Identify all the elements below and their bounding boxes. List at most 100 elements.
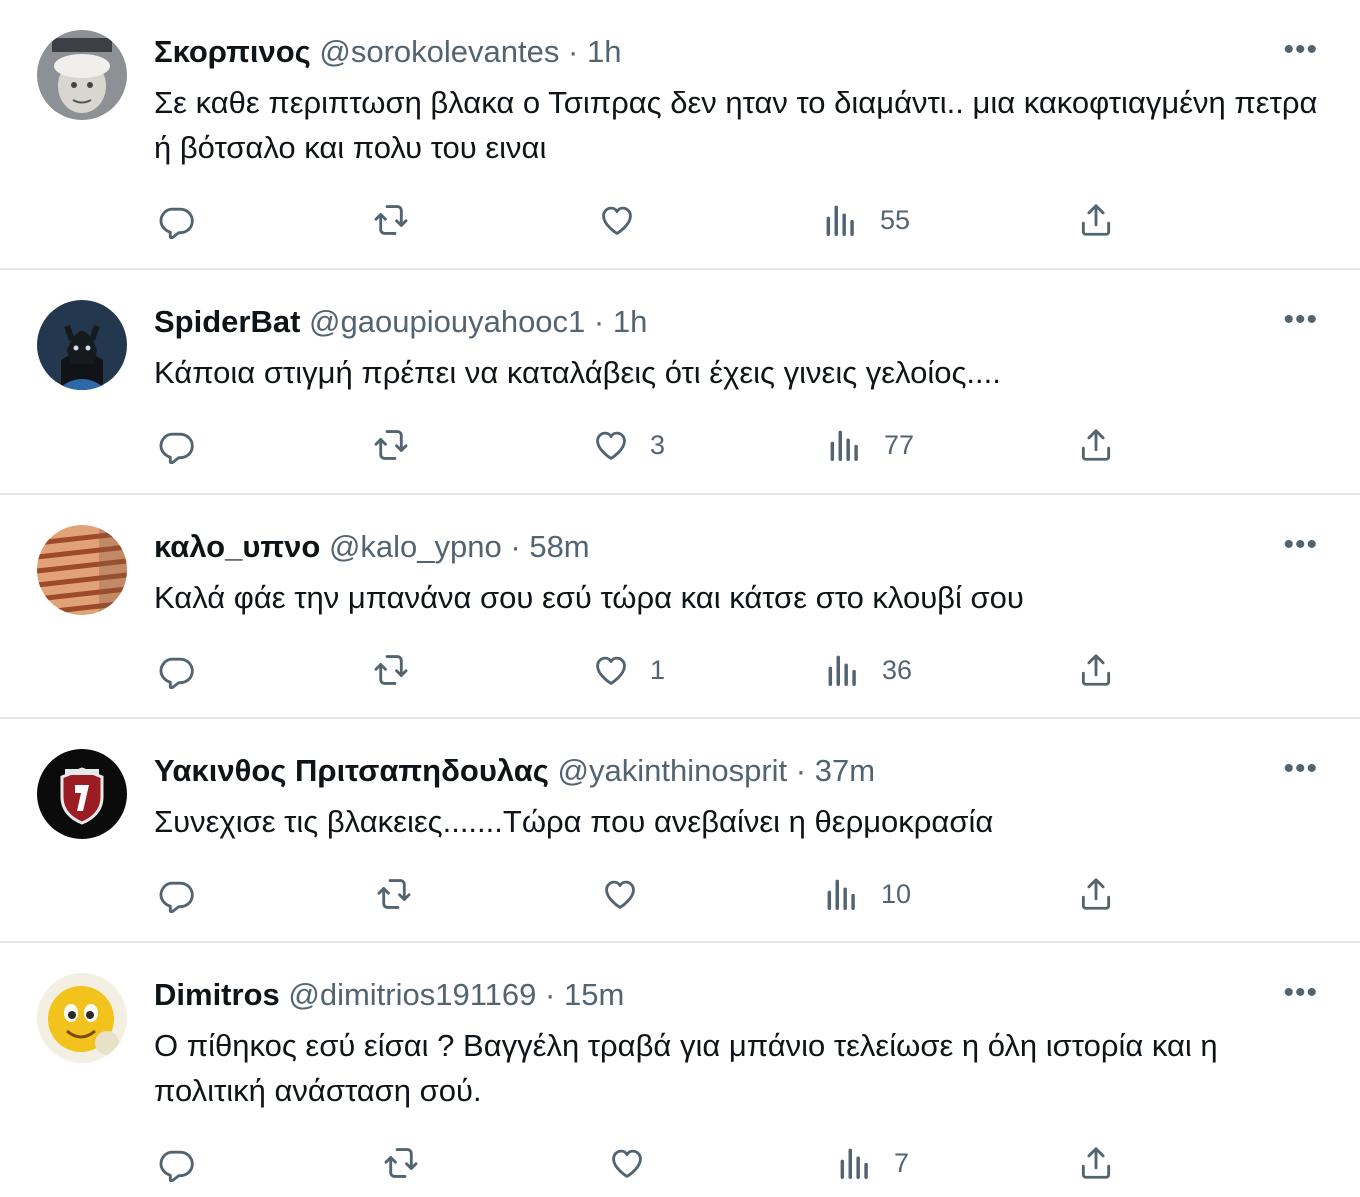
retweet-button[interactable]	[375, 869, 413, 919]
timestamp[interactable]: 58m	[529, 529, 589, 564]
view-count: 55	[880, 204, 911, 235]
display-name[interactable]: Υακινθος Πριτσαπηδουλας	[154, 753, 549, 788]
tweet-text: Σε καθε περιπτωση βλακα ο Τσιπρας δεν ητ…	[154, 85, 1318, 165]
like-count: 3	[650, 429, 666, 460]
share-upload-icon	[1081, 429, 1111, 461]
user-handle[interactable]: @gaoupiouyahooc1	[309, 304, 585, 339]
tweet[interactable]: καλο_υπνο @kalo_ypno · 58m ••• Καλά φάε τη…	[0, 495, 1360, 719]
retweet-button[interactable]	[372, 195, 410, 245]
views-bar-chart-icon	[840, 1148, 868, 1179]
like-button[interactable]	[601, 869, 639, 919]
retweet-arrows-icon	[384, 1148, 418, 1178]
reply-bubble-icon	[159, 432, 194, 464]
tweet-actions: 3 77	[0, 420, 1360, 470]
views-bar-chart-icon	[830, 430, 858, 461]
views-bar-chart-icon	[827, 879, 855, 910]
separator-dot: ·	[795, 753, 807, 788]
share-upload-icon	[1081, 654, 1111, 686]
view-count: 77	[884, 429, 915, 460]
separator-dot: ·	[510, 529, 521, 564]
avatar[interactable]	[37, 525, 127, 615]
views-button[interactable]: 77	[826, 420, 914, 470]
tweet-header: Υακινθος Πριτσαπηδουλας @yakinthinosprit…	[154, 751, 875, 791]
share-button[interactable]	[1077, 195, 1115, 245]
share-button[interactable]	[1077, 869, 1115, 919]
timestamp[interactable]: 15m	[564, 977, 624, 1012]
heart-icon	[605, 880, 635, 909]
display-name[interactable]: καλο_υπνο	[154, 529, 320, 564]
more-options-dots-icon[interactable]: •••	[1283, 973, 1318, 1013]
reply-bubble-icon	[159, 881, 194, 913]
more-options-dots-icon[interactable]: •••	[1283, 300, 1318, 340]
views-button[interactable]: 36	[824, 645, 912, 695]
tweet[interactable]: Σκορπινος @sorokolevantes · 1h ••• Σε καθε…	[0, 0, 1360, 270]
like-button[interactable]	[608, 1138, 646, 1188]
views-button[interactable]: 7	[836, 1138, 909, 1188]
views-button[interactable]: 10	[823, 869, 911, 919]
user-handle[interactable]: @yakinthinosprit	[558, 753, 788, 788]
display-name[interactable]: SpiderBat	[154, 304, 300, 339]
avatar-image	[37, 30, 127, 120]
view-count: 7	[894, 1147, 910, 1178]
avatar[interactable]	[37, 749, 127, 839]
display-name[interactable]: Σκορπινος	[154, 34, 311, 69]
avatar[interactable]	[37, 300, 127, 390]
retweet-button[interactable]	[372, 645, 410, 695]
avatar-image	[37, 525, 127, 615]
timestamp[interactable]: 37m	[815, 753, 875, 788]
heart-icon	[596, 431, 626, 460]
reply-button[interactable]	[157, 1138, 195, 1188]
user-handle[interactable]: @sorokolevantes	[319, 34, 559, 69]
more-options-dots-icon[interactable]: •••	[1283, 525, 1318, 565]
display-name[interactable]: Dimitros	[154, 977, 280, 1012]
retweet-button[interactable]	[372, 420, 410, 470]
tweet[interactable]: Υακινθος Πριτσαπηδουλας @yakinthinosprit…	[0, 719, 1360, 943]
share-button[interactable]	[1077, 1138, 1115, 1188]
retweet-arrows-icon	[374, 655, 408, 685]
tweet[interactable]: Dimitros @dimitrios191169 · 15m ••• Ο πίθη…	[0, 943, 1360, 1197]
share-upload-icon	[1081, 204, 1111, 236]
retweet-arrows-icon	[374, 430, 408, 460]
like-button[interactable]	[598, 195, 636, 245]
more-options-dots-icon[interactable]: •••	[1283, 749, 1318, 789]
avatar-image	[37, 749, 127, 839]
avatar[interactable]	[37, 30, 127, 120]
timestamp[interactable]: 1h	[587, 34, 621, 69]
retweet-button[interactable]	[382, 1138, 420, 1188]
separator-dot: ·	[545, 977, 556, 1012]
retweet-arrows-icon	[374, 205, 408, 235]
avatar-image	[37, 300, 127, 390]
heart-icon	[596, 656, 626, 685]
tweet-header: καλο_υπνο @kalo_ypno · 58m	[154, 527, 590, 567]
views-bar-chart-icon	[828, 655, 856, 686]
timestamp[interactable]: 1h	[613, 304, 647, 339]
tweet-actions: 55	[0, 195, 1360, 245]
tweet-text: Ο πίθηκος εσύ είσαι ? Βαγγέλη τραβά για …	[154, 1028, 1218, 1108]
reply-bubble-icon	[159, 657, 194, 689]
reply-button[interactable]	[157, 645, 195, 695]
tweet-actions: 7	[0, 1138, 1360, 1188]
like-button[interactable]: 3	[592, 420, 665, 470]
tweet-header: SpiderBat @gaoupiouyahooc1 · 1h	[154, 302, 647, 342]
heart-icon	[612, 1149, 642, 1178]
like-count: 1	[650, 654, 666, 685]
like-button[interactable]: 1	[592, 645, 665, 695]
share-button[interactable]	[1077, 420, 1115, 470]
reply-button[interactable]	[157, 420, 195, 470]
reply-bubble-icon	[159, 1150, 194, 1182]
tweet-text: Κάποια στιγμή πρέπει να καταλάβεις ότι έ…	[154, 355, 1001, 390]
views-bar-chart-icon	[826, 205, 854, 236]
tweet[interactable]: SpiderBat @gaoupiouyahooc1 · 1h ••• Κάποια…	[0, 270, 1360, 495]
tweet-header: Dimitros @dimitrios191169 · 15m	[154, 975, 624, 1015]
share-button[interactable]	[1077, 645, 1115, 695]
reply-button[interactable]	[157, 195, 195, 245]
reply-bubble-icon	[159, 207, 194, 239]
more-options-dots-icon[interactable]: •••	[1283, 30, 1318, 70]
avatar[interactable]	[37, 973, 127, 1063]
user-handle[interactable]: @dimitrios191169	[288, 977, 536, 1012]
user-handle[interactable]: @kalo_ypno	[329, 529, 502, 564]
avatar-image	[37, 973, 127, 1063]
reply-button[interactable]	[157, 869, 195, 919]
share-upload-icon	[1081, 1147, 1111, 1179]
views-button[interactable]: 55	[822, 195, 910, 245]
